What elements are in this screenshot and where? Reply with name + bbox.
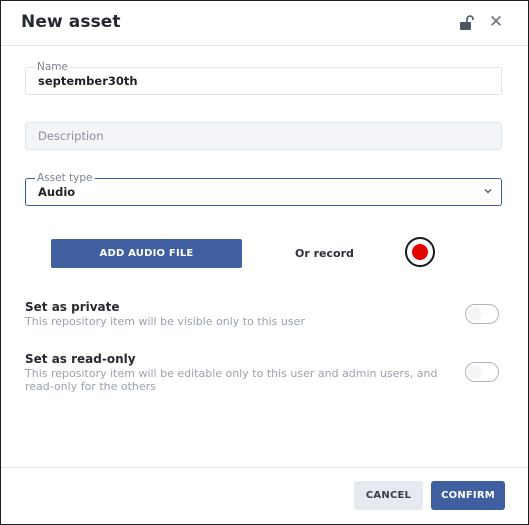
confirm-button[interactable]: CONFIRM — [431, 481, 505, 510]
name-field-label: Name — [35, 61, 70, 73]
description-field[interactable]: Description — [25, 122, 502, 150]
name-field[interactable]: Name september30th — [25, 61, 502, 95]
description-placeholder: Description — [38, 129, 104, 143]
new-asset-dialog: New asset ✕ Name september30th Descripti… — [0, 0, 529, 525]
readonly-setting-description: This repository item will be editable on… — [25, 367, 438, 393]
or-record-label: Or record — [295, 247, 354, 260]
lock-open-icon[interactable] — [459, 14, 475, 31]
asset-type-select[interactable]: Asset type Audio — [25, 172, 502, 206]
cancel-button[interactable]: CANCEL — [354, 481, 423, 510]
asset-type-value: Audio — [38, 185, 76, 199]
private-toggle-knob — [468, 307, 482, 321]
record-button[interactable] — [405, 237, 435, 267]
readonly-setting-title: Set as read-only — [25, 352, 136, 366]
record-icon — [412, 244, 428, 260]
private-toggle[interactable] — [465, 304, 499, 324]
private-setting-title: Set as private — [25, 300, 120, 314]
chevron-down-icon[interactable] — [483, 186, 493, 196]
name-field-value: september30th — [38, 74, 138, 88]
dialog-header: New asset ✕ — [1, 1, 528, 46]
readonly-toggle[interactable] — [465, 362, 499, 382]
dialog-title: New asset — [21, 12, 121, 32]
add-audio-file-button[interactable]: ADD AUDIO FILE — [51, 239, 242, 268]
close-icon[interactable]: ✕ — [488, 14, 504, 31]
asset-type-label: Asset type — [35, 172, 95, 184]
readonly-toggle-knob — [468, 365, 482, 379]
private-setting-description: This repository item will be visible onl… — [25, 315, 305, 328]
